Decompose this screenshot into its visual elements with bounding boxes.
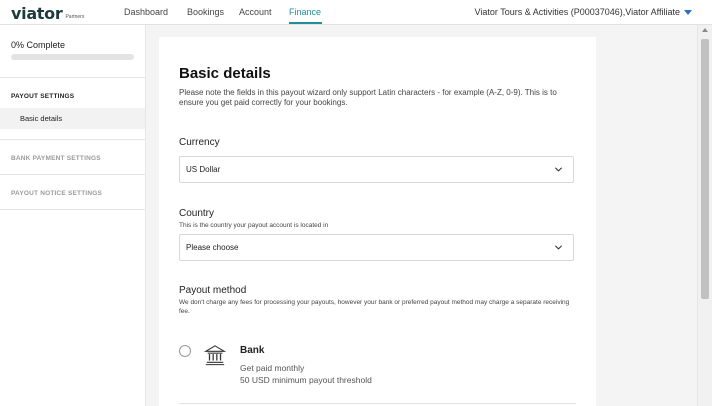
logo-subtitle: Partners xyxy=(65,14,85,20)
currency-select[interactable]: US Dollar xyxy=(179,156,574,183)
top-navigation-bar: viator Partners Dashboard Bookings Accou… xyxy=(0,0,712,25)
sidebar-divider xyxy=(0,174,146,175)
progress-label: 0% Complete xyxy=(11,40,66,50)
option-divider xyxy=(179,403,576,404)
logo-wordmark: viator xyxy=(11,4,63,23)
account-menu-label: Viator Tours & Activities (P00037046),Vi… xyxy=(474,7,680,17)
chevron-down-icon xyxy=(554,167,563,172)
bank-icon xyxy=(204,345,226,366)
nav-account[interactable]: Account xyxy=(239,7,272,18)
sidebar-section-payout-notice-settings[interactable]: PAYOUT NOTICE SETTINGS xyxy=(11,190,102,197)
sidebar-section-bank-payment-settings[interactable]: BANK PAYMENT SETTINGS xyxy=(11,155,101,162)
scroll-up-arrow-icon[interactable] xyxy=(702,28,708,32)
currency-label: Currency xyxy=(179,137,220,148)
chevron-down-icon xyxy=(554,245,563,250)
sidebar-item-basic-details[interactable]: Basic details xyxy=(0,108,145,129)
viator-logo[interactable]: viator Partners xyxy=(11,2,84,22)
progress-bar xyxy=(11,54,134,60)
nav-finance[interactable]: Finance xyxy=(289,7,321,18)
caret-down-icon xyxy=(684,10,692,15)
payout-method-hint: We don't charge any fees for processing … xyxy=(179,299,570,315)
bank-option-frequency: Get paid monthly xyxy=(240,363,305,373)
nav-dashboard[interactable]: Dashboard xyxy=(124,7,168,18)
sidebar-divider xyxy=(0,77,146,78)
account-menu[interactable]: Viator Tours & Activities (P00037046),Vi… xyxy=(475,7,692,18)
country-select[interactable]: Please choose xyxy=(179,234,574,261)
bank-radio-button[interactable] xyxy=(179,345,191,357)
country-select-placeholder: Please choose xyxy=(186,243,239,252)
sidebar-divider xyxy=(0,209,146,210)
wizard-sidebar: 0% Complete PAYOUT SETTINGS Basic detail… xyxy=(0,25,146,406)
intro-text: Please note the fields in this payout wi… xyxy=(179,88,557,107)
nav-bookings[interactable]: Bookings xyxy=(187,7,224,18)
currency-select-value: US Dollar xyxy=(186,165,221,174)
payout-method-label: Payout method xyxy=(179,285,247,296)
bank-option-title: Bank xyxy=(240,345,265,356)
basic-details-card: Basic details Please note the fields in … xyxy=(159,37,596,406)
nav-active-indicator xyxy=(289,22,322,24)
sidebar-divider xyxy=(0,139,146,140)
country-label: Country xyxy=(179,208,215,219)
page-scrollbar[interactable] xyxy=(697,25,712,406)
scrollbar-thumb[interactable] xyxy=(701,39,709,299)
page-title: Basic details xyxy=(179,65,271,82)
bank-option-threshold: 50 USD minimum payout threshold xyxy=(240,375,372,385)
sidebar-item-label: Basic details xyxy=(20,114,63,123)
country-hint: This is the country your payout account … xyxy=(179,222,329,229)
sidebar-section-payout-settings[interactable]: PAYOUT SETTINGS xyxy=(11,93,74,100)
